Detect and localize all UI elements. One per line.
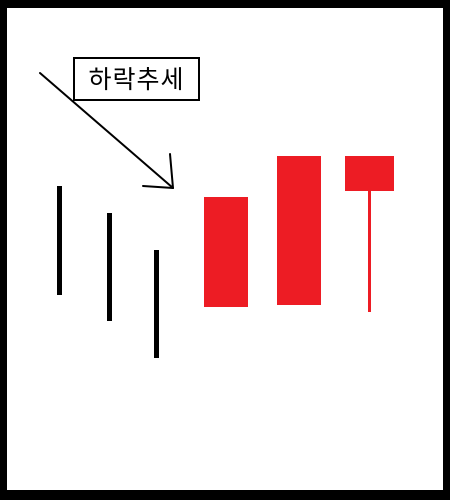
downtrend-label: 하락추세 (88, 64, 185, 94)
black-candle-2 (107, 213, 112, 321)
downtrend-label-box: 하락추세 (73, 57, 200, 101)
red-candle-3-body (345, 156, 394, 191)
red-candle-2-body (277, 156, 321, 305)
red-candle-3-wick (368, 190, 371, 312)
arrow-head-horizontal (142, 185, 174, 189)
arrow-head-vertical (169, 153, 174, 189)
prior-candles (57, 186, 159, 358)
black-candle-3 (154, 250, 159, 358)
red-candles (204, 156, 394, 312)
red-candle-1-body (204, 197, 248, 307)
black-candle-1 (57, 186, 62, 295)
candlestick-diagram (39, 72, 394, 358)
